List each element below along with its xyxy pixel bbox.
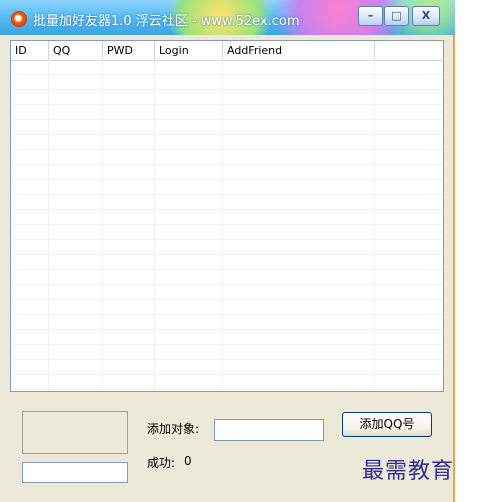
window-title-url: www.52ex.com	[200, 14, 300, 29]
grid-row-line	[11, 180, 443, 195]
grid-column-line	[48, 60, 49, 391]
add-qq-button[interactable]: 添加QQ号	[342, 412, 432, 437]
grid-column-line	[102, 60, 103, 391]
grid-row-line	[11, 90, 443, 105]
target-input[interactable]	[214, 419, 324, 441]
grid-row-line	[11, 135, 443, 150]
grid-row-line	[11, 105, 443, 120]
window-title-main: 批量加好友器1.0 浮云社区	[33, 14, 188, 29]
preview-panel	[22, 411, 128, 454]
grid-row-line	[11, 195, 443, 210]
minimize-button[interactable]: –	[358, 6, 383, 26]
grid-row-line	[11, 270, 443, 285]
grid-row-line	[11, 165, 443, 180]
grid-row-line	[11, 360, 443, 375]
grid-row-line	[11, 330, 443, 345]
grid-row-line	[11, 225, 443, 240]
grid-row-line	[11, 375, 443, 390]
grid-row-line	[11, 315, 443, 330]
column-header-qq[interactable]: QQ	[49, 41, 103, 60]
success-count: 0	[184, 454, 192, 468]
column-header-pwd[interactable]: PWD	[103, 41, 155, 60]
grid-row-line	[11, 75, 443, 90]
grid-row-line	[11, 60, 443, 75]
grid-column-line	[154, 60, 155, 391]
column-header-id[interactable]: ID	[11, 41, 49, 60]
grid-row-line	[11, 210, 443, 225]
grid-row-line	[11, 150, 443, 165]
column-header-login[interactable]: Login	[155, 41, 223, 60]
grid-column-line	[222, 60, 223, 391]
window-title: 批量加好友器1.0 浮云社区 - www.52ex.com	[33, 10, 300, 29]
maximize-button[interactable]: □	[384, 6, 409, 26]
title-bar[interactable]: 批量加好友器1.0 浮云社区 - www.52ex.com – □ X	[0, 0, 455, 35]
grid-row-line	[11, 255, 443, 270]
status-input[interactable]	[22, 462, 128, 483]
window-title-separator: -	[187, 14, 201, 29]
column-header-addfriend[interactable]: AddFriend	[223, 41, 375, 60]
grid-row-line	[11, 120, 443, 135]
close-button[interactable]: X	[412, 6, 440, 26]
app-logo-icon[interactable]	[11, 11, 27, 27]
grid-row-line	[11, 240, 443, 255]
success-label: 成功:	[147, 456, 176, 470]
grid-row-line	[11, 300, 443, 315]
app-window: 批量加好友器1.0 浮云社区 - www.52ex.com – □ X ID Q…	[0, 0, 455, 502]
grid-row-line	[11, 345, 443, 360]
grid-row-line	[11, 285, 443, 300]
list-header: ID QQ PWD Login AddFriend	[11, 41, 443, 61]
grid-column-line	[374, 60, 375, 391]
account-list[interactable]: ID QQ PWD Login AddFriend	[10, 40, 444, 392]
target-label: 添加对象:	[147, 422, 200, 436]
watermark-text: 最需教育	[362, 459, 455, 484]
